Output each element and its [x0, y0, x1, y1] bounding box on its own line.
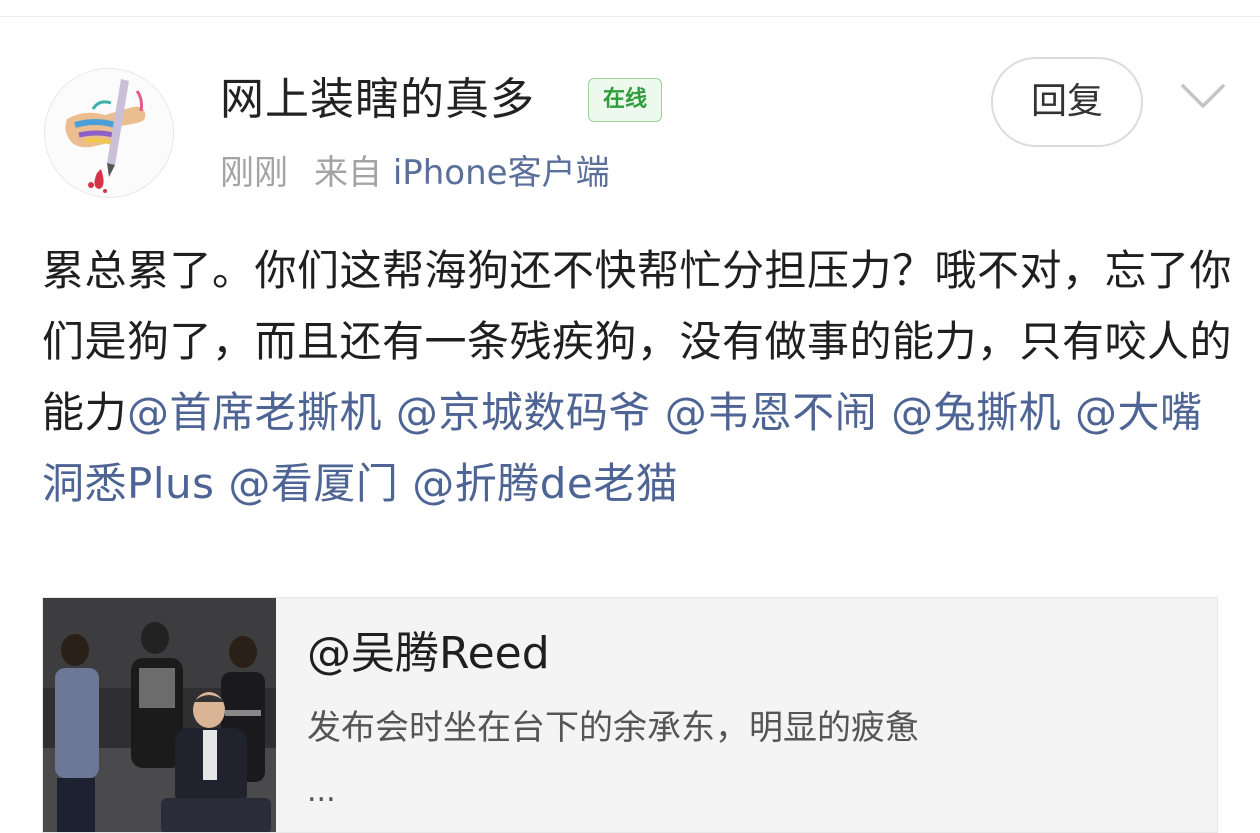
source-client-link[interactable]: iPhone客户端 — [393, 153, 610, 193]
post-time: 刚刚 — [220, 153, 288, 193]
mention-link[interactable]: @看厦门 — [228, 459, 398, 508]
post-content: 累总累了。你们这帮海狗还不快帮忙分担压力？哦不对，忘了你们是狗了，而且还有一条残… — [42, 235, 1232, 519]
repost-ellipsis: ... — [307, 774, 336, 809]
post-meta: 刚刚 来自 iPhone客户端 — [220, 148, 610, 198]
mention-link[interactable]: @京城数码爷 — [396, 388, 651, 437]
reply-button[interactable]: 回复 — [991, 57, 1143, 147]
repost-photo — [43, 598, 276, 832]
mention-link[interactable]: @韦恩不闹 — [665, 388, 878, 437]
mention-link[interactable]: @折腾de老猫 — [412, 459, 678, 508]
author-name[interactable]: 网上装瞎的真多 — [220, 70, 535, 130]
mention-link[interactable]: @兔撕机 — [891, 388, 1061, 437]
repost-card[interactable]: @吴腾Reed 发布会时坐在台下的余承东，明显的疲惫 ... — [42, 597, 1218, 833]
top-divider — [0, 16, 1260, 17]
repost-author[interactable]: @吴腾Reed — [307, 624, 550, 684]
chevron-down-icon[interactable] — [1180, 82, 1226, 112]
avatar[interactable] — [44, 68, 174, 198]
avatar-illustration — [45, 69, 173, 197]
mention-link[interactable]: @首席老撕机 — [127, 388, 382, 437]
source-prefix: 来自 — [314, 153, 382, 193]
online-status-badge: 在线 — [588, 78, 662, 122]
repost-thumbnail[interactable] — [43, 598, 276, 832]
repost-snippet: 发布会时坐在台下的余承东，明显的疲惫 — [307, 708, 919, 748]
